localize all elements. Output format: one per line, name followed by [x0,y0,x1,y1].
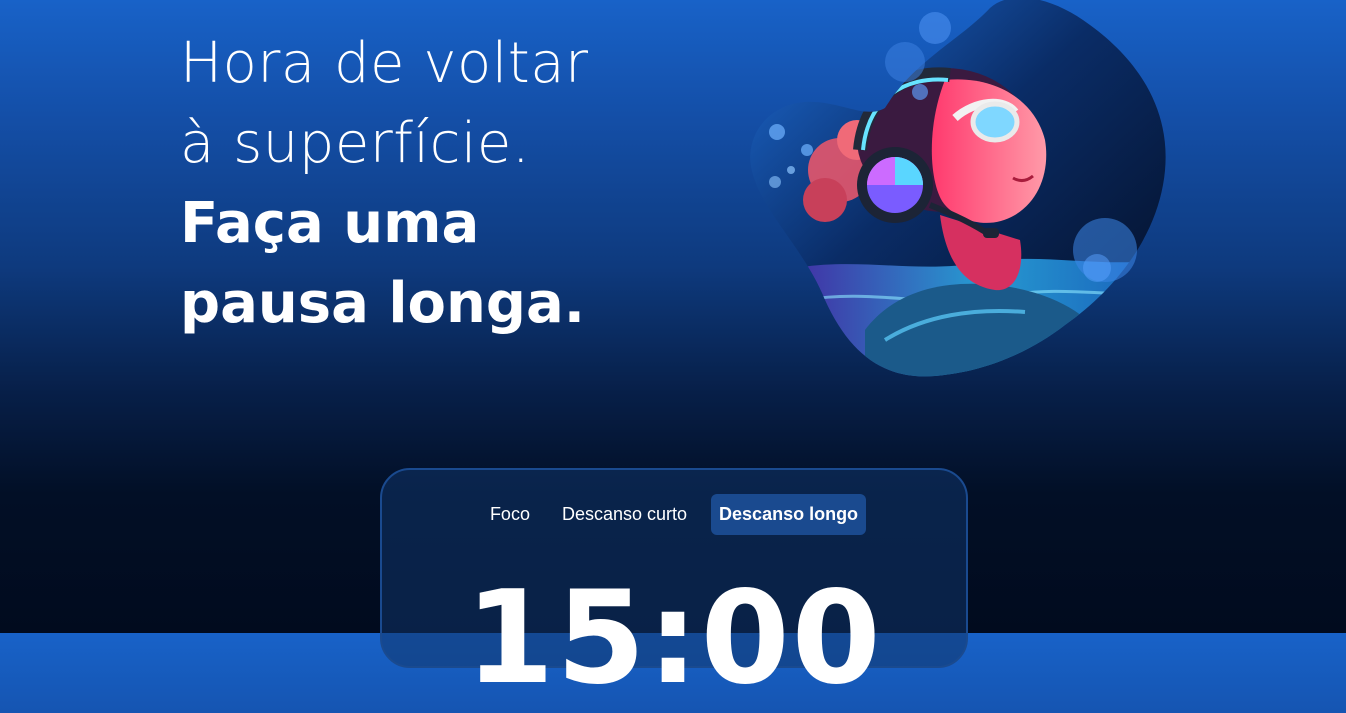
timer-card: Foco Descanso curto Descanso longo 15:00 [380,468,968,703]
mode-tabs: Foco Descanso curto Descanso longo [382,494,966,535]
headline-line-2: à superfície. [180,111,531,176]
headline-line-3: Faça uma [180,191,480,256]
headline: Hora de voltar à superfície. Faça uma pa… [180,24,589,344]
timer-display: 15:00 [465,564,883,713]
headline-line-1: Hora de voltar [180,31,589,96]
tab-foco[interactable]: Foco [482,494,538,535]
tab-descanso-curto[interactable]: Descanso curto [554,494,695,535]
headline-line-4: pausa longa. [180,271,586,336]
hero-image [745,0,1175,380]
diver-with-headphones-image [750,0,1166,377]
tab-descanso-longo[interactable]: Descanso longo [711,494,867,535]
